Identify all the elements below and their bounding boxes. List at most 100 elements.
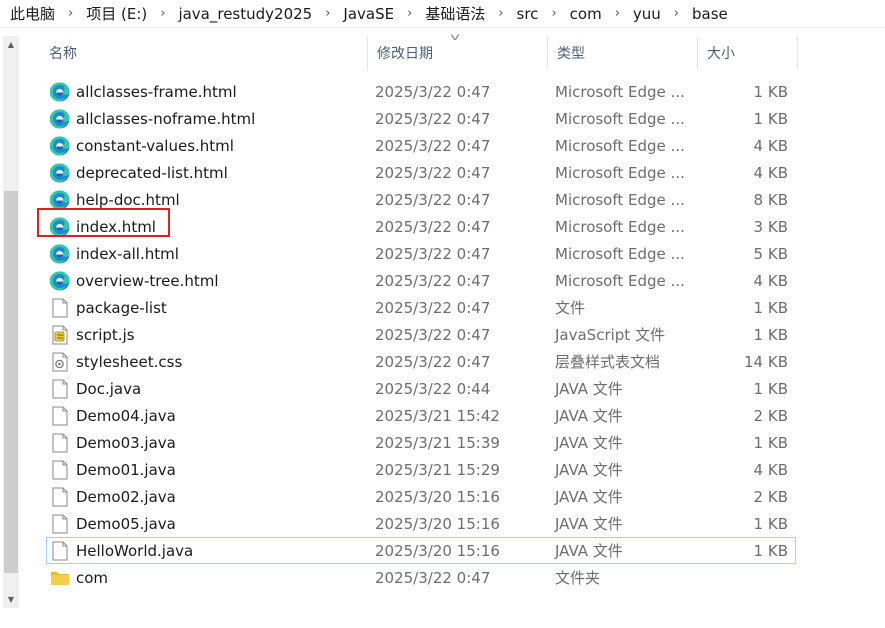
file-row[interactable]: package-list 2025/3/22 0:47 文件 1 KB bbox=[46, 294, 796, 321]
script-file-icon bbox=[49, 321, 71, 348]
file-type: JAVA 文件 bbox=[555, 380, 623, 398]
breadcrumb-item[interactable]: 此电脑 bbox=[10, 3, 55, 24]
file-name[interactable]: allclasses-noframe.html bbox=[76, 105, 255, 132]
file-icon bbox=[49, 294, 71, 321]
file-row[interactable]: com 2025/3/22 0:47 文件夹 bbox=[46, 564, 796, 591]
file-name[interactable]: Demo01.java bbox=[76, 456, 176, 483]
column-header-name[interactable]: 名称 bbox=[40, 36, 368, 70]
breadcrumb: 此电脑 › 项目 (E:) › java_restudy2025 › JavaSE › 基础语法… bbox=[0, 0, 885, 28]
file-row[interactable]: overview-tree.html 2025/3/22 0:47 Microsof… bbox=[46, 267, 796, 294]
file-type: Microsoft Edge ... bbox=[555, 163, 685, 182]
file-icon bbox=[49, 510, 71, 537]
file-size: 2 KB bbox=[753, 487, 788, 506]
breadcrumb-item[interactable]: java_restudy2025 bbox=[178, 5, 312, 23]
file-type: JAVA 文件 bbox=[555, 488, 623, 506]
breadcrumb-chevron-icon[interactable]: › bbox=[160, 6, 165, 21]
breadcrumb-item[interactable]: 基础语法 bbox=[425, 3, 485, 24]
breadcrumb-item[interactable]: yuu bbox=[633, 5, 661, 23]
file-type: Microsoft Edge ... bbox=[555, 190, 685, 209]
file-type: Microsoft Edge ... bbox=[555, 109, 685, 128]
file-size: 5 KB bbox=[753, 244, 788, 263]
breadcrumb-chevron-icon[interactable]: › bbox=[407, 6, 412, 21]
breadcrumb-item[interactable]: src bbox=[517, 5, 539, 23]
file-row[interactable]: Demo05.java 2025/3/20 15:16 JAVA 文件 1 KB bbox=[46, 510, 796, 537]
breadcrumb-chevron-icon[interactable]: › bbox=[68, 6, 73, 21]
breadcrumb-chevron-icon[interactable]: › bbox=[551, 6, 556, 21]
file-name[interactable]: index-all.html bbox=[76, 240, 179, 267]
file-type: JAVA 文件 bbox=[555, 407, 623, 425]
file-row[interactable]: help-doc.html 2025/3/22 0:47 Microsoft Edg… bbox=[46, 186, 796, 213]
file-row[interactable]: constant-values.html 2025/3/22 0:47 Micros… bbox=[46, 132, 796, 159]
file-name[interactable]: index.html bbox=[76, 213, 156, 240]
breadcrumb-chevron-icon[interactable]: › bbox=[498, 6, 503, 21]
file-name[interactable]: Demo03.java bbox=[76, 429, 176, 456]
breadcrumb-item[interactable]: JavaSE bbox=[343, 5, 394, 23]
file-name[interactable]: deprecated-list.html bbox=[76, 159, 228, 186]
folder-icon bbox=[49, 564, 71, 591]
file-row[interactable]: deprecated-list.html 2025/3/22 0:47 Micros… bbox=[46, 159, 796, 186]
file-date: 2025/3/22 0:47 bbox=[375, 217, 491, 236]
file-row[interactable]: Demo03.java 2025/3/21 15:39 JAVA 文件 1 KB bbox=[46, 429, 796, 456]
edge-icon bbox=[49, 213, 71, 240]
file-date: 2025/3/22 0:47 bbox=[375, 244, 491, 263]
file-name[interactable]: help-doc.html bbox=[76, 186, 180, 213]
file-row[interactable]: allclasses-frame.html 2025/3/22 0:47 Micro… bbox=[46, 78, 796, 105]
file-size: 14 KB bbox=[744, 352, 788, 371]
file-name[interactable]: HelloWorld.java bbox=[76, 537, 193, 564]
file-type: JAVA 文件 bbox=[555, 461, 623, 479]
file-date: 2025/3/22 0:47 bbox=[375, 190, 491, 209]
file-name[interactable]: Demo02.java bbox=[76, 483, 176, 510]
vertical-scrollbar[interactable]: ▲ ▼ bbox=[3, 36, 19, 608]
file-row[interactable]: allclasses-noframe.html 2025/3/22 0:47 Mic… bbox=[46, 105, 796, 132]
scroll-up-arrow-icon[interactable]: ▲ bbox=[3, 36, 19, 53]
file-row[interactable]: script.js 2025/3/22 0:47 JavaScript 文件 1 KB bbox=[46, 321, 796, 348]
edge-icon bbox=[49, 132, 71, 159]
scroll-down-arrow-icon[interactable]: ▼ bbox=[3, 591, 19, 608]
file-size: 1 KB bbox=[753, 433, 788, 452]
file-name[interactable]: constant-values.html bbox=[76, 132, 234, 159]
file-row[interactable]: Demo04.java 2025/3/21 15:42 JAVA 文件 2 KB bbox=[46, 402, 796, 429]
breadcrumb-chevron-icon[interactable]: › bbox=[615, 6, 620, 21]
file-name[interactable]: script.js bbox=[76, 321, 135, 348]
file-row[interactable]: Demo01.java 2025/3/21 15:29 JAVA 文件 4 KB bbox=[46, 456, 796, 483]
edge-icon bbox=[49, 186, 71, 213]
column-header-size[interactable]: 大小 bbox=[698, 36, 798, 70]
file-type: JAVA 文件 bbox=[555, 434, 623, 452]
file-name[interactable]: com bbox=[76, 564, 108, 591]
file-name[interactable]: Doc.java bbox=[76, 375, 141, 402]
file-size: 1 KB bbox=[753, 325, 788, 344]
breadcrumb-chevron-icon[interactable]: › bbox=[325, 6, 330, 21]
file-row[interactable]: HelloWorld.java 2025/3/20 15:16 JAVA 文件 1 K… bbox=[46, 537, 796, 564]
file-type: Microsoft Edge ... bbox=[555, 82, 685, 101]
file-name[interactable]: package-list bbox=[76, 294, 167, 321]
file-name[interactable]: stylesheet.css bbox=[76, 348, 182, 375]
file-name[interactable]: allclasses-frame.html bbox=[76, 78, 237, 105]
file-row[interactable]: index-all.html 2025/3/22 0:47 Microsoft Ed… bbox=[46, 240, 796, 267]
file-size: 8 KB bbox=[753, 190, 788, 209]
file-row[interactable]: Doc.java 2025/3/22 0:44 JAVA 文件 1 KB bbox=[46, 375, 796, 402]
sort-descending-icon: v bbox=[450, 32, 460, 43]
breadcrumb-item[interactable]: com bbox=[570, 5, 602, 23]
file-type: 文件 bbox=[555, 299, 586, 317]
breadcrumb-item[interactable]: 项目 (E:) bbox=[86, 3, 147, 24]
file-type: JAVA 文件 bbox=[555, 542, 623, 560]
file-size: 4 KB bbox=[753, 460, 788, 479]
file-date: 2025/3/22 0:44 bbox=[375, 379, 491, 398]
breadcrumb-item[interactable]: base bbox=[692, 5, 728, 23]
file-name[interactable]: Demo05.java bbox=[76, 510, 176, 537]
file-date: 2025/3/20 15:16 bbox=[375, 514, 500, 533]
file-date: 2025/3/21 15:42 bbox=[375, 406, 500, 425]
file-icon bbox=[49, 375, 71, 402]
file-row[interactable]: Demo02.java 2025/3/20 15:16 JAVA 文件 2 KB bbox=[46, 483, 796, 510]
column-header: 名称 修改日期 类型 大小 v bbox=[40, 32, 800, 70]
file-type: Microsoft Edge ... bbox=[555, 136, 685, 155]
edge-icon bbox=[49, 159, 71, 186]
file-size: 4 KB bbox=[753, 163, 788, 182]
column-header-type[interactable]: 类型 bbox=[548, 36, 698, 70]
file-name[interactable]: overview-tree.html bbox=[76, 267, 219, 294]
file-row[interactable]: index.html 2025/3/22 0:47 Microsoft Edge .… bbox=[46, 213, 796, 240]
file-name[interactable]: Demo04.java bbox=[76, 402, 176, 429]
scrollbar-thumb[interactable] bbox=[4, 191, 18, 573]
file-row[interactable]: stylesheet.css 2025/3/22 0:47 层叠样式表文档 14 KB bbox=[46, 348, 796, 375]
breadcrumb-chevron-icon[interactable]: › bbox=[674, 6, 679, 21]
